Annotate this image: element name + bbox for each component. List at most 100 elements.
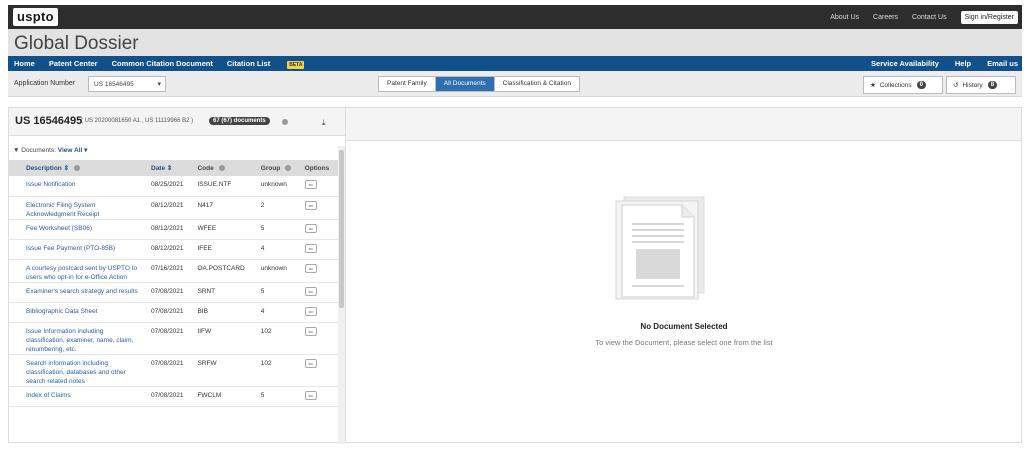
options-menu-button[interactable]: ••• [304,223,317,233]
document-code: SRFW [193,354,257,387]
options-menu-button[interactable]: ••• [304,263,317,273]
table-row[interactable]: Bibliographic Data Sheet 07/08/2021 BIB 4 ••… [9,302,338,323]
options-menu-button[interactable]: ••• [304,306,317,316]
document-group: 102 [256,322,301,355]
nav-patent-center[interactable]: Patent Center [49,59,98,68]
options-menu-button[interactable]: ••• [304,200,317,210]
document-group: 4 [256,239,301,260]
no-document-icon [615,196,705,300]
document-options-cell: ••• [300,176,338,197]
nav-email-us[interactable]: Email us [987,59,1018,68]
document-date: 08/12/2021 [147,239,194,260]
document-group: 102 [256,354,301,387]
filter-icon: ▼ [13,147,20,154]
description-header-label: Description [26,165,62,172]
document-description-link[interactable]: Index of Claims [9,386,147,407]
document-date: 08/12/2021 [147,196,194,220]
nav-citation-list[interactable]: Citation List BETA [227,59,319,69]
table-row[interactable]: Examiner's search strategy and results 07… [9,282,338,303]
main-nav: Home Patent Center Common Citation Docum… [8,56,1022,71]
sign-in-button[interactable]: Sign in/Register [960,10,1018,24]
document-code: N417 [193,196,257,220]
document-options-cell: ••• [300,196,338,220]
document-description-link[interactable]: Issue Notification [9,176,147,197]
document-options-cell: ••• [300,219,338,240]
document-description-link[interactable]: Issue Fee Payment (PTO-85B) [9,239,147,260]
document-description-link[interactable]: Fee Worksheet (SB06) [9,219,147,240]
top-bar: uspto About Us Careers Contact Us Sign i… [8,5,1022,29]
document-list-panel: US 16546495 ( US 20200081650 A1 , US 111… [8,107,346,444]
history-button[interactable]: ↺ History 8 [946,76,1016,94]
nav-help[interactable]: Help [955,59,971,68]
table-row[interactable]: Index of Claims 07/08/2021 FWCLM 5 ••• [9,386,338,407]
options-menu-button[interactable]: ••• [304,180,317,189]
options-menu-button[interactable]: ••• [304,326,317,336]
documents-table-wrap: Description ⇕ Date ⇕ Code Group Options … [9,160,338,444]
info-icon[interactable] [282,119,288,125]
column-header-code: Code [193,160,257,176]
application-toolbar: Application Number US 16546495 ▾ Patent … [8,71,1022,97]
document-description-link[interactable]: Search information including classificat… [9,354,147,387]
document-date: 07/08/2021 [147,354,194,387]
table-row[interactable]: Issue Information including classificati… [9,322,338,355]
tab-patent-family[interactable]: Patent Family [379,77,436,91]
document-description-link[interactable]: Issue Information including classificati… [9,322,147,355]
table-row[interactable]: Issue Notification 08/25/2021 ISSUE.NTF unk… [9,176,338,197]
about-us-link[interactable]: About Us [830,14,859,21]
nav-home[interactable]: Home [14,59,35,68]
document-options-cell: ••• [300,282,338,303]
table-row[interactable]: A courtesy postcard sent by USPTO to use… [9,259,338,283]
document-list-scrollbar[interactable] [338,146,345,444]
document-code: IIFW [193,322,257,355]
scrollbar-thumb[interactable] [339,150,344,308]
contact-us-link[interactable]: Contact Us [912,14,947,21]
nav-right: Service Availability Help Email us [855,56,1018,71]
document-group: 5 [256,282,301,303]
documents-table: Description ⇕ Date ⇕ Code Group Options … [9,160,338,407]
document-count-text: 67 (67) documents [213,118,266,124]
document-viewer-header [346,108,1021,141]
table-row[interactable]: Issue Fee Payment (PTO-85B) 08/12/2021 IFE… [9,239,338,260]
table-row[interactable]: Fee Worksheet (SB06) 08/12/2021 WFEE 5 ••• [9,219,338,240]
document-description-link[interactable]: Examiner's search strategy and results [9,282,147,303]
download-icon[interactable]: ⤓ [322,118,326,128]
column-header-date[interactable]: Date ⇕ [147,160,194,176]
history-count-badge: 8 [987,81,998,89]
careers-link[interactable]: Careers [873,14,898,21]
document-options-cell: ••• [300,386,338,407]
document-description-link[interactable]: Bibliographic Data Sheet [9,302,147,323]
document-options-cell: ••• [300,259,338,283]
document-options-cell: ••• [300,239,338,260]
document-group: unknown [256,176,301,197]
documents-filter: ▼ Documents: View All ▾ [13,146,87,154]
document-code: WFEE [193,219,257,240]
nav-common-citation-document[interactable]: Common Citation Document [112,59,213,68]
options-menu-button[interactable]: ••• [304,390,317,400]
info-icon [73,165,80,172]
column-header-group: Group [256,160,301,176]
table-row[interactable]: Electronic Filing System Acknowledgment … [9,196,338,220]
document-date: 07/16/2021 [147,259,194,283]
view-all-dropdown[interactable]: View All ▾ [58,147,88,154]
options-menu-button[interactable]: ••• [304,286,317,296]
nav-service-availability[interactable]: Service Availability [871,59,939,68]
history-label: History [962,81,983,89]
collections-button[interactable]: ★ Collections 0 [863,76,943,94]
view-segments: Patent Family All Documents Classificati… [378,76,580,92]
column-header-description[interactable]: Description ⇕ [9,160,147,176]
star-icon: ★ [870,82,876,89]
document-description-link[interactable]: Electronic Filing System Acknowledgment … [9,196,147,220]
document-group: 5 [256,219,301,240]
code-header-label: Code [197,164,214,172]
collections-label: Collections [879,81,912,89]
tab-all-documents[interactable]: All Documents [435,77,495,91]
uspto-logo[interactable]: uspto [13,8,58,26]
application-number-select[interactable]: US 16546495 ▾ [88,76,166,92]
options-menu-button[interactable]: ••• [304,358,317,368]
table-row[interactable]: Search information including classificat… [9,354,338,387]
document-code: BIB [193,302,257,323]
top-links: About Us Careers Contact Us Sign in/Regi… [816,5,1018,29]
document-description-link[interactable]: A courtesy postcard sent by USPTO to use… [9,259,147,283]
tab-classification-citation[interactable]: Classification & Citation [495,77,579,91]
options-menu-button[interactable]: ••• [304,243,317,253]
